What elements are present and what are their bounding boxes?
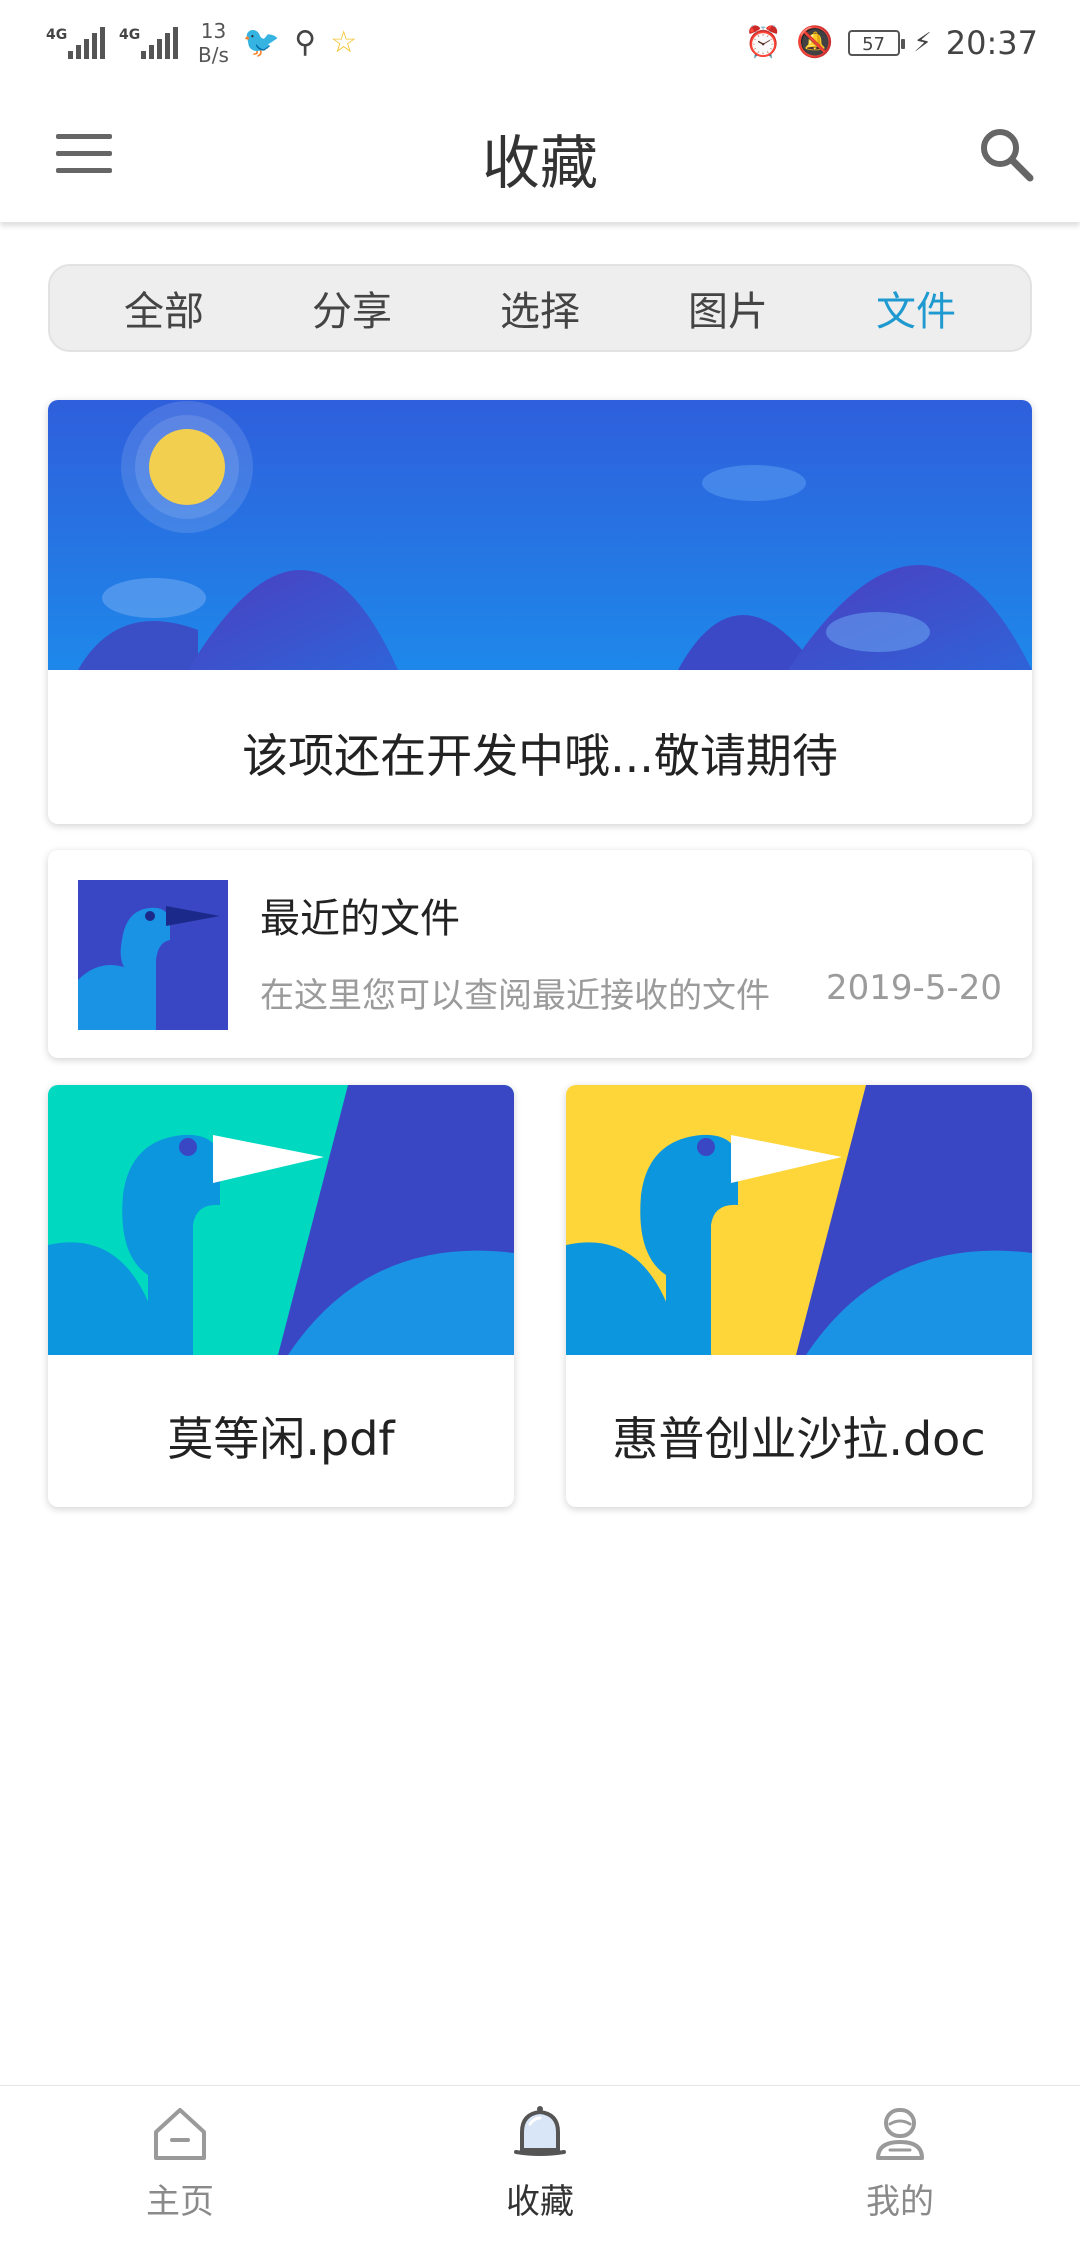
alarm-icon: ⏰ [744,25,783,60]
signal-strength-icon-2: 4G [119,27,178,59]
under-development-message: 该项还在开发中哦...敬请期待 [242,729,838,783]
filter-tabs: 全部 分享 选择 图片 文件 [48,264,1032,352]
file-thumbnail [48,1085,514,1355]
bottom-navigation: 主页 收藏 我的 [0,2085,1080,2244]
usb-icon: ⚲ [294,25,317,60]
tab-select[interactable]: 选择 [500,279,580,337]
mute-icon: 🔕 [796,25,834,60]
recent-files-card[interactable]: 最近的文件 在这里您可以查阅最近接收的文件 2019-5-20 [48,850,1032,1058]
app-bar: 收藏 [0,86,1080,222]
network-speed-unit: B/s [198,43,229,67]
nav-home-label: 主页 [146,2182,214,2222]
recent-files-title: 最近的文件 [260,896,460,942]
file-thumbnail [566,1085,1032,1355]
signal-strength-icon: 4G [46,27,105,59]
network-speed: 13 B/s [198,19,229,67]
file-card[interactable]: 惠普创业沙拉.doc [566,1085,1032,1507]
signal-type-label: 4G [46,27,68,43]
star-icon: ☆ [330,25,358,60]
tab-all[interactable]: 全部 [124,279,204,337]
file-name: 莫等闲.pdf [167,1412,395,1466]
status-right: ⏰ 🔕 57 ⚡ 20:37 [745,18,1038,68]
user-icon [876,2108,924,2160]
file-card[interactable]: 莫等闲.pdf [48,1085,514,1507]
battery-icon: 57 [847,30,905,56]
tab-share[interactable]: 分享 [312,279,392,337]
tab-images[interactable]: 图片 [688,279,768,337]
clock: 20:37 [945,24,1038,62]
under-development-card: 该项还在开发中哦...敬请期待 [48,400,1032,824]
search-icon[interactable] [976,124,1036,184]
nav-favorites[interactable]: 收藏 [360,2086,720,2244]
nav-home[interactable]: 主页 [0,2086,360,2244]
bell-icon [514,2106,566,2156]
nav-favorites-label: 收藏 [506,2182,574,2222]
charging-icon: ⚡ [913,28,932,58]
nav-profile-label: 我的 [866,2182,934,2222]
bird-icon: 🐦 [242,25,281,60]
home-icon [154,2108,206,2160]
status-bar: 4G 4G 13 B/s 🐦 ⚲ ☆ ⏰ 🔕 57 ⚡ 20:37 [0,0,1080,86]
network-speed-value: 13 [200,19,227,43]
signal-type-label-2: 4G [119,27,141,43]
recent-files-date: 2019-5-20 [826,968,1002,1008]
page-title: 收藏 [481,129,598,197]
nav-profile[interactable]: 我的 [720,2086,1080,2244]
recent-files-description: 在这里您可以查阅最近接收的文件 [260,976,770,1016]
tab-files[interactable]: 文件 [876,279,956,337]
recent-files-thumbnail [78,880,228,1030]
status-left: 4G 4G 13 B/s 🐦 ⚲ ☆ [46,18,357,68]
landscape-illustration [48,400,1032,670]
file-name: 惠普创业沙拉.doc [612,1412,986,1466]
